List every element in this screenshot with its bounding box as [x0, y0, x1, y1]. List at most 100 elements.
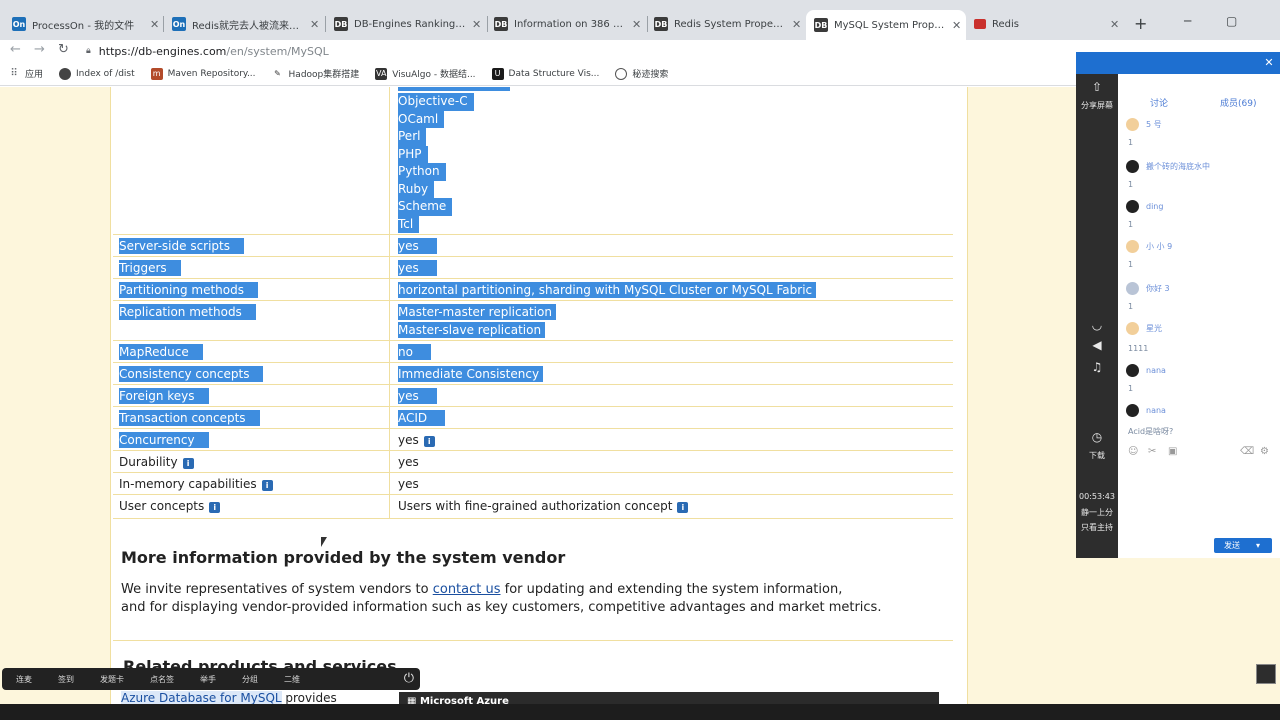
download-icon[interactable]: ◷	[1076, 430, 1118, 444]
table-value-text: Users with fine-grained authorization co…	[398, 499, 673, 513]
forward-arrow-icon[interactable]: →	[34, 42, 45, 57]
toolbar-item[interactable]: 发题卡	[100, 674, 124, 685]
info-icon[interactable]: i	[677, 502, 689, 513]
settings-icon[interactable]: ⚙	[1260, 446, 1269, 457]
table-value: yes	[398, 388, 437, 404]
paragraph-text: We invite representatives of system vend…	[121, 582, 433, 597]
list-item	[398, 87, 510, 91]
browser-tab[interactable]: On ProcessOn - 我的文件 ✕	[12, 14, 160, 34]
table-value-text: yes	[398, 433, 419, 447]
tab-separator	[647, 16, 648, 32]
processon-icon: On	[12, 17, 26, 31]
chevron-down-icon[interactable]: ▾	[1256, 541, 1260, 550]
bookmark-item[interactable]: U Data Structure Vis...	[491, 67, 599, 80]
avatar	[1126, 282, 1139, 295]
table-key: User concepts i	[119, 498, 234, 514]
power-icon[interactable]: ⏻	[404, 671, 414, 686]
bookmark-item[interactable]: VA VisuAlgo - 数据结...	[375, 67, 476, 80]
bookmark-item[interactable]: ✎ Hadoop集群搭建	[272, 67, 359, 80]
azure-mysql-link[interactable]: Azure Database for MySQL	[121, 691, 282, 704]
table-value: no	[398, 344, 431, 360]
list-item: PHP	[398, 145, 428, 163]
address-bar[interactable]: 🔒︎ https://db-engines.com/en/system/MySQ…	[80, 41, 1070, 61]
table-value: ACID	[398, 410, 446, 426]
close-icon[interactable]: ✕	[792, 18, 801, 31]
browser-tab-active[interactable]: DB MySQL System Properties ✕	[806, 10, 966, 40]
minimize-icon[interactable]: ─	[1184, 14, 1191, 28]
chat-username: 你好 3	[1146, 284, 1170, 293]
emoji-icon[interactable]: ☺	[1128, 446, 1138, 457]
table-row: Foreign keys yes	[113, 385, 953, 407]
taskbar	[0, 704, 1280, 720]
microphone-icon[interactable]: ◡	[1076, 318, 1118, 332]
table-key: Consistency concepts	[119, 366, 264, 382]
bookmark-item[interactable]: Index of /dist	[59, 67, 135, 80]
browser-tab[interactable]: DB Redis System Properties ✕	[654, 14, 804, 34]
close-icon[interactable]: ✕	[1262, 56, 1276, 70]
toolbar-item[interactable]: 点名签	[150, 674, 174, 685]
browser-tab-strip: On ProcessOn - 我的文件 ✕ On Redis就完去人被流来者 -…	[0, 0, 1280, 40]
share-screen-icon[interactable]: ⇧	[1076, 80, 1118, 94]
list-item: Objective-C	[398, 93, 474, 111]
scissors-icon[interactable]: ✂	[1148, 446, 1156, 457]
bookmark-item[interactable]: ⠿ 应用	[8, 67, 43, 80]
back-arrow-icon[interactable]: ←	[10, 42, 21, 57]
close-icon[interactable]: ✕	[632, 18, 641, 31]
chat-user: 星光	[1126, 322, 1162, 335]
list-item: Perl	[398, 128, 427, 146]
maximize-icon[interactable]: ▢	[1226, 14, 1237, 28]
bookmark-item[interactable]: 秘迹搜索	[615, 67, 668, 80]
avatar	[1126, 240, 1139, 253]
speaker-icon[interactable]: ◀	[1076, 338, 1118, 352]
close-icon[interactable]: ✕	[952, 19, 961, 32]
info-icon[interactable]: i	[261, 480, 273, 491]
tab-label: ProcessOn - 我的文件	[32, 20, 135, 32]
browser-tab[interactable]: DB Information on 386 Datab ✕	[494, 14, 644, 34]
contact-us-link[interactable]: contact us	[433, 582, 501, 597]
toolbar-item[interactable]: 分组	[242, 674, 258, 685]
send-label: 发送	[1224, 541, 1240, 550]
toolbar-item[interactable]: 连麦	[16, 674, 32, 685]
info-icon[interactable]: i	[423, 436, 435, 447]
close-icon[interactable]: ✕	[310, 18, 319, 31]
azure-banner[interactable]: ▦ Microsoft Azure	[399, 692, 939, 704]
chat-username: nana	[1146, 406, 1166, 415]
info-icon[interactable]: i	[209, 502, 221, 513]
table-key: Durability i	[119, 454, 208, 470]
avatar	[1126, 160, 1139, 173]
lock-icon: 🔒︎	[86, 46, 91, 56]
table-key-text: User concepts	[119, 499, 205, 513]
download-label: 下载	[1089, 451, 1105, 460]
table-key: Server-side scripts	[119, 238, 245, 254]
bookmark-item[interactable]: m Maven Repository...	[150, 67, 256, 80]
send-button[interactable]: 发送 ▾	[1214, 538, 1272, 553]
table-value: Master-slave replication	[398, 322, 546, 338]
browser-tab[interactable]: On Redis就完去人被流来者 - P ✕	[172, 14, 322, 34]
meeting-header	[1076, 52, 1280, 74]
music-icon[interactable]: ♫	[1076, 360, 1118, 374]
chat-username: ding	[1146, 202, 1164, 211]
close-icon[interactable]: ✕	[150, 18, 159, 31]
close-icon[interactable]: ✕	[1110, 18, 1119, 31]
toolbar-item[interactable]: 二维	[284, 674, 300, 685]
meeting-timer: 00:53:43	[1079, 492, 1115, 501]
toolbar-item[interactable]: 举手	[200, 674, 216, 685]
table-value: yes	[398, 238, 437, 254]
reload-icon[interactable]: ↻	[58, 42, 69, 57]
browser-tab[interactable]: Redis ✕	[974, 14, 1124, 34]
toolbar-item[interactable]: 签到	[58, 674, 74, 685]
browser-tab[interactable]: DB DB-Engines Ranking - po ✕	[334, 14, 484, 34]
chat-user: 搬个砖的海底水中	[1126, 160, 1210, 173]
tab-chat[interactable]: 讨论	[1150, 96, 1168, 109]
tab-members[interactable]: 成员(69)	[1220, 96, 1256, 109]
info-icon[interactable]: i	[182, 458, 194, 469]
vendor-paragraph: We invite representatives of system vend…	[121, 581, 941, 617]
table-row: Server-side scripts yes	[113, 235, 953, 257]
image-icon[interactable]: ▣	[1168, 446, 1177, 457]
table-row: Consistency concepts Immediate Consisten…	[113, 363, 953, 385]
close-icon[interactable]: ✕	[472, 18, 481, 31]
new-tab-button[interactable]: +	[1134, 14, 1147, 33]
fullscreen-icon[interactable]	[1256, 664, 1276, 684]
clear-icon[interactable]: ⌫	[1240, 446, 1254, 457]
table-key: Foreign keys	[119, 388, 209, 404]
